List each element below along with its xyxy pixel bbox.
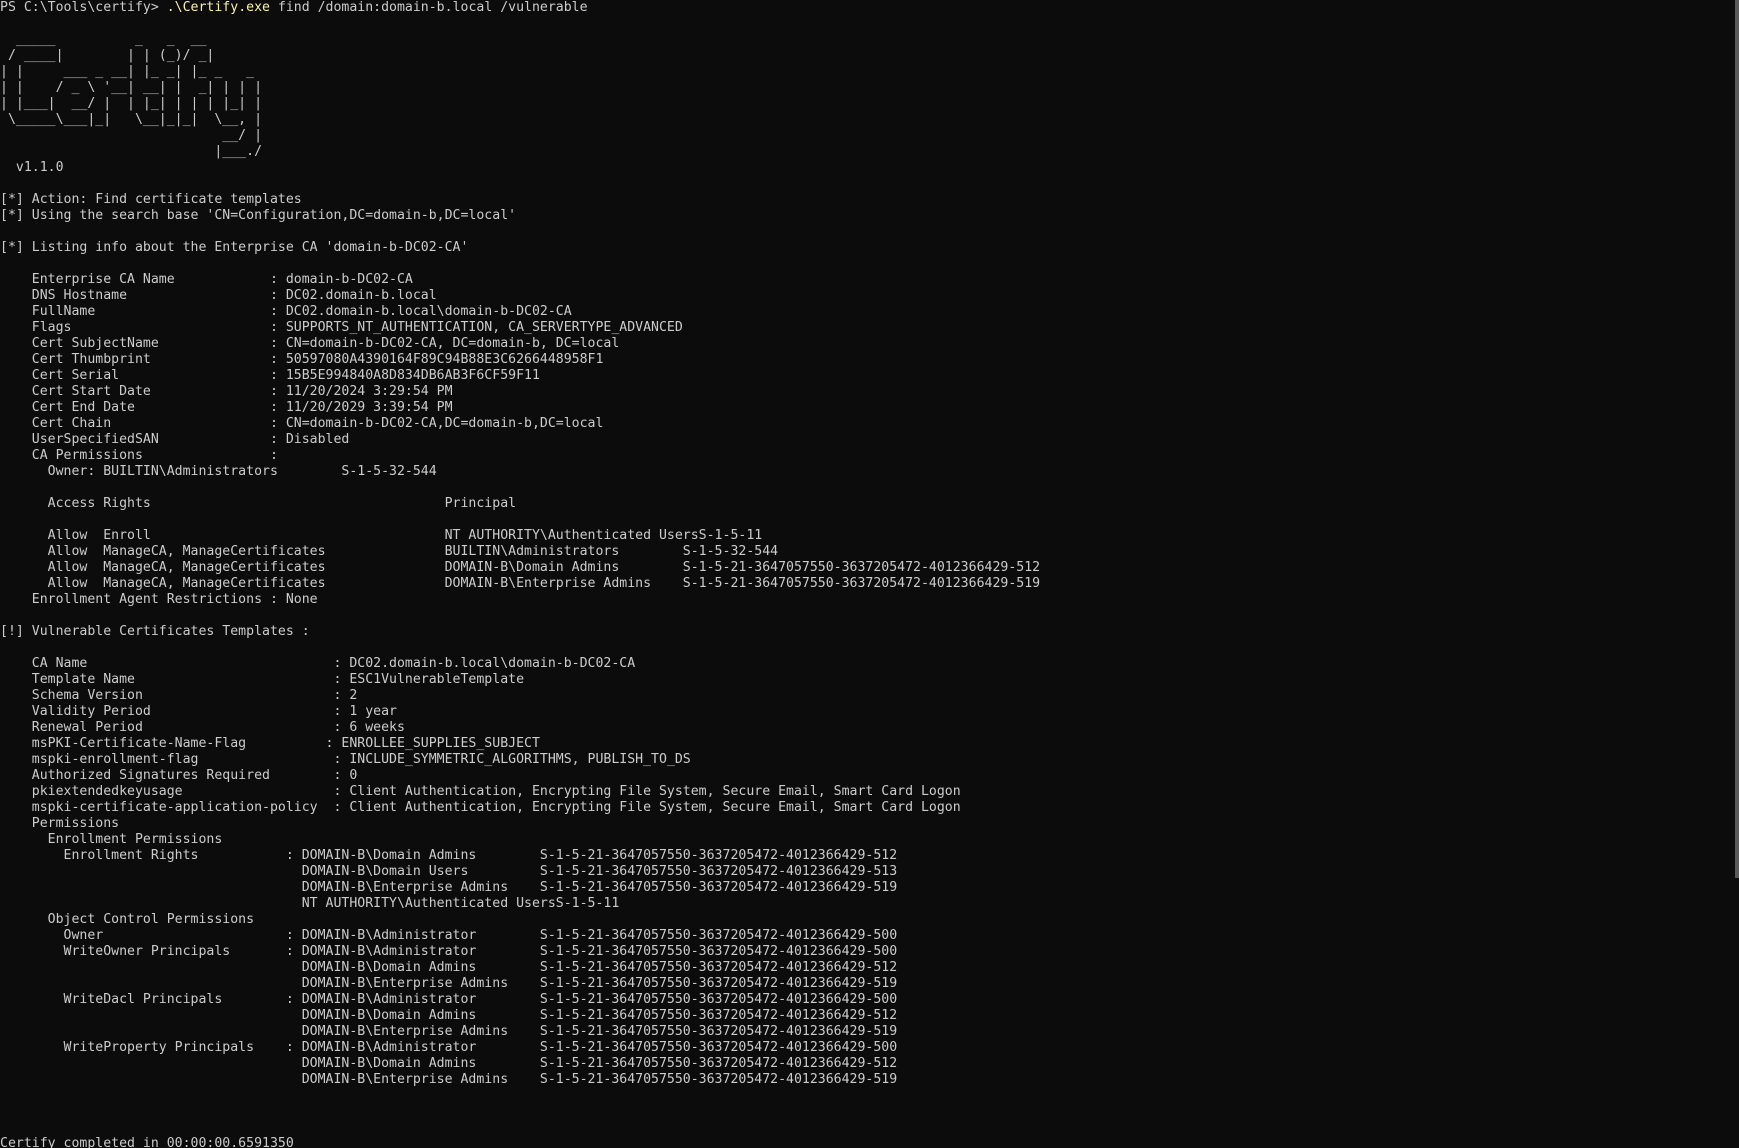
output-line: | |___| __/ | | |_| | | | |_| | <box>0 96 263 111</box>
output-line: _____ _ _ __ <box>0 32 207 47</box>
output-line: Owner: BUILTIN\Administrators S-1-5-32-5… <box>0 464 437 479</box>
output-line: | | / _ \ '__| __| | _| | | | <box>0 80 263 95</box>
output-line: Enterprise CA Name : domain-b-DC02-CA <box>0 272 413 287</box>
output-line: Enrollment Rights : DOMAIN-B\Domain Admi… <box>0 848 898 863</box>
output-line: [!] Vulnerable Certificates Templates : <box>0 624 310 639</box>
output-line: WriteProperty Principals : DOMAIN-B\Admi… <box>0 1040 898 1055</box>
output-line: Cert End Date : 11/20/2029 3:39:54 PM <box>0 400 453 415</box>
output-line: v1.1.0 <box>0 160 64 175</box>
output-line: [*] Listing info about the Enterprise CA… <box>0 240 469 255</box>
output-line: CA Name : DC02.domain-b.local\domain-b-D… <box>0 656 636 671</box>
output-line: Enrollment Agent Restrictions : None <box>0 592 318 607</box>
output-line: Permissions <box>0 816 120 831</box>
output-line: Renewal Period : 6 weeks <box>0 720 405 735</box>
output-line: Allow ManageCA, ManageCertificates DOMAI… <box>0 560 1041 575</box>
output-line: Validity Period : 1 year <box>0 704 397 719</box>
output-line: Template Name : ESC1VulnerableTemplate <box>0 672 525 687</box>
prompt-path: PS C:\Tools\certify> <box>0 0 167 15</box>
output-line: WriteOwner Principals : DOMAIN-B\Adminis… <box>0 944 898 959</box>
output-line: mspki-certificate-application-policy : C… <box>0 800 961 815</box>
output-line: DOMAIN-B\Enterprise Admins S-1-5-21-3647… <box>0 1072 898 1087</box>
output-line: Allow ManageCA, ManageCertificates BUILT… <box>0 544 779 559</box>
output-line: Access Rights Principal <box>0 496 517 511</box>
scrollbar[interactable] <box>1735 0 1739 878</box>
command-executable: .\Certify.exe <box>166 0 270 15</box>
command-arguments: find /domain:domain-b.local /vulnerable <box>269 0 588 15</box>
output-line: msPKI-Certificate-Name-Flag : ENROLLEE_S… <box>0 736 540 751</box>
output-line: DOMAIN-B\Domain Users S-1-5-21-364705755… <box>0 864 898 879</box>
output-line: DOMAIN-B\Enterprise Admins S-1-5-21-3647… <box>0 1024 898 1039</box>
output-line: [*] Using the search base 'CN=Configurat… <box>0 208 517 223</box>
terminal-window[interactable]: PS C:\Tools\certify> .\Certify.exe find … <box>0 0 1739 1148</box>
output-line: DOMAIN-B\Domain Admins S-1-5-21-36470575… <box>0 960 898 975</box>
output-line: Cert SubjectName : CN=domain-b-DC02-CA, … <box>0 336 620 351</box>
output-line: Allow Enroll NT AUTHORITY\Authenticated … <box>0 528 763 543</box>
output-line: Schema Version : 2 <box>0 688 358 703</box>
output-line: Certify completed in 00:00:00.6591350 <box>0 1136 294 1148</box>
output-line: WriteDacl Principals : DOMAIN-B\Administ… <box>0 992 898 1007</box>
output-line: |___./ <box>0 144 263 159</box>
output-line: __/ | <box>0 128 263 143</box>
output-line: Authorized Signatures Required : 0 <box>0 768 358 783</box>
output-line: DOMAIN-B\Enterprise Admins S-1-5-21-3647… <box>0 976 898 991</box>
output-line: FullName : DC02.domain-b.local\domain-b-… <box>0 304 572 319</box>
output-line: Flags : SUPPORTS_NT_AUTHENTICATION, CA_S… <box>0 320 683 335</box>
output-line: DNS Hostname : DC02.domain-b.local <box>0 288 437 303</box>
output-line: mspki-enrollment-flag : INCLUDE_SYMMETRI… <box>0 752 691 767</box>
output-line: DOMAIN-B\Domain Admins S-1-5-21-36470575… <box>0 1008 898 1023</box>
output-line: / ____| | | (_)/ _| <box>0 48 215 63</box>
output-line: Cert Thumbprint : 50597080A4390164F89C94… <box>0 352 604 367</box>
terminal-output: _____ _ _ __ / ____| | | (_)/ _| | | ___ … <box>0 16 1739 1148</box>
output-line: NT AUTHORITY\Authenticated UsersS-1-5-11 <box>0 896 620 911</box>
output-line: Allow ManageCA, ManageCertificates DOMAI… <box>0 576 1041 591</box>
output-line: UserSpecifiedSAN : Disabled <box>0 432 350 447</box>
output-line: DOMAIN-B\Enterprise Admins S-1-5-21-3647… <box>0 880 898 895</box>
output-line: \_____\___|_| \__|_|_| \__, | <box>0 112 263 127</box>
output-line: DOMAIN-B\Domain Admins S-1-5-21-36470575… <box>0 1056 898 1071</box>
output-line: Owner : DOMAIN-B\Administrator S-1-5-21-… <box>0 928 898 943</box>
output-line: Cert Serial : 15B5E994840A8D834DB6AB3F6C… <box>0 368 540 383</box>
output-line: Cert Start Date : 11/20/2024 3:29:54 PM <box>0 384 453 399</box>
output-line: Cert Chain : CN=domain-b-DC02-CA,DC=doma… <box>0 416 604 431</box>
output-line: Object Control Permissions <box>0 912 255 927</box>
output-line: | | ___ _ __| |_ _| |_ _ _ <box>0 64 255 79</box>
command-line: PS C:\Tools\certify> .\Certify.exe find … <box>0 0 1739 16</box>
output-line: [*] Action: Find certificate templates <box>0 192 302 207</box>
output-line: pkiextendedkeyusage : Client Authenticat… <box>0 784 961 799</box>
output-line: Enrollment Permissions <box>0 832 223 847</box>
output-line: CA Permissions : <box>0 448 278 463</box>
